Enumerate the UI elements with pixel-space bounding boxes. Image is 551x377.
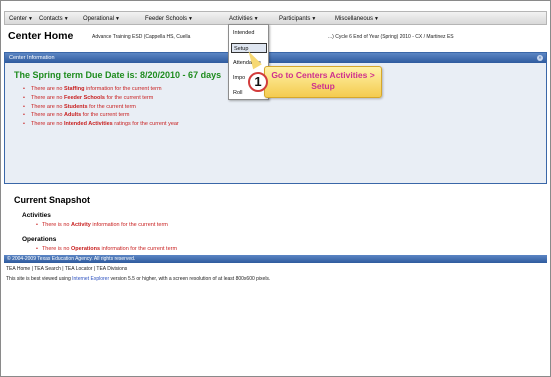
- menu-item-intended[interactable]: Intended: [231, 28, 267, 38]
- activities-heading: Activities: [22, 212, 51, 219]
- page-title: Center Home: [8, 30, 74, 42]
- due-date-line: The Spring term Due Date is: 8/20/2010 -…: [14, 70, 222, 80]
- list-item: There are no Students for the current te…: [19, 103, 179, 112]
- browser-note: This site is best viewed using Internet …: [6, 276, 271, 282]
- footer-links: TEA Home | TEA Search | TEA Locator | TE…: [6, 266, 128, 272]
- callout-box: Go to Centers Activities > Setup: [264, 66, 382, 98]
- top-menu-bar: Center▼ Contacts▼ Operational▼ Feeder Sc…: [4, 11, 547, 25]
- menu-feeder-schools[interactable]: Feeder Schools▼: [145, 14, 193, 24]
- link-tea-search[interactable]: TEA Search: [34, 266, 61, 272]
- list-item: There are no Staffing information for th…: [19, 85, 179, 94]
- link-tea-home[interactable]: TEA Home: [6, 266, 30, 272]
- callout-text: Go to Centers Activities > Setup: [271, 70, 375, 91]
- caret-down-icon: ▼: [115, 16, 120, 22]
- link-tea-divisions[interactable]: TEA Divisions: [96, 266, 127, 272]
- panel-heading: Center Information: [9, 55, 55, 61]
- link-tea-locator[interactable]: TEA Locator: [65, 266, 93, 272]
- caret-down-icon: ▼: [374, 16, 379, 22]
- step-number-badge: 1: [248, 72, 268, 92]
- caret-down-icon: ▼: [63, 16, 69, 22]
- list-item: There are no Feeder Schools for the curr…: [19, 94, 179, 103]
- operations-message: There is no Operations information for t…: [36, 246, 177, 252]
- menu-miscellaneous[interactable]: Miscellaneous▼: [335, 14, 379, 24]
- caret-down-icon: ▼: [253, 16, 259, 22]
- cycle-subtitle: ...) Cycle 6 End of Year (Spring) 2010 -…: [328, 34, 454, 40]
- menu-participants[interactable]: Participants▼: [279, 14, 316, 24]
- operations-heading: Operations: [22, 236, 57, 243]
- caret-down-icon: ▼: [311, 16, 317, 22]
- snapshot-title: Current Snapshot: [14, 195, 91, 205]
- menu-contacts[interactable]: Contacts▼: [39, 14, 69, 24]
- menu-operational[interactable]: Operational▼: [83, 14, 120, 24]
- caret-down-icon: ▼: [28, 16, 33, 22]
- center-subtitle: Advance Training ESD (Cappella HS, Cuell…: [92, 34, 191, 40]
- menu-center[interactable]: Center▼: [9, 14, 33, 24]
- caret-down-icon: ▼: [188, 16, 193, 22]
- menu-activities[interactable]: Activities▼: [229, 14, 259, 24]
- list-item: There are no Intended Activities ratings…: [19, 120, 179, 129]
- internet-explorer-link[interactable]: Internet Explorer: [72, 276, 109, 282]
- collapse-icon[interactable]: »: [537, 55, 543, 61]
- footer-copyright-bar: © 2004-2009 Texas Education Agency. All …: [4, 255, 547, 263]
- panel-header: Center Information »: [5, 53, 546, 63]
- center-info-bullets: There are no Staffing information for th…: [19, 85, 179, 129]
- page-header: Center Home Advance Training ESD (Cappel…: [8, 30, 546, 42]
- list-item: There are no Adults for the current term: [19, 111, 179, 120]
- activities-message: There is no Activity information for the…: [36, 222, 168, 228]
